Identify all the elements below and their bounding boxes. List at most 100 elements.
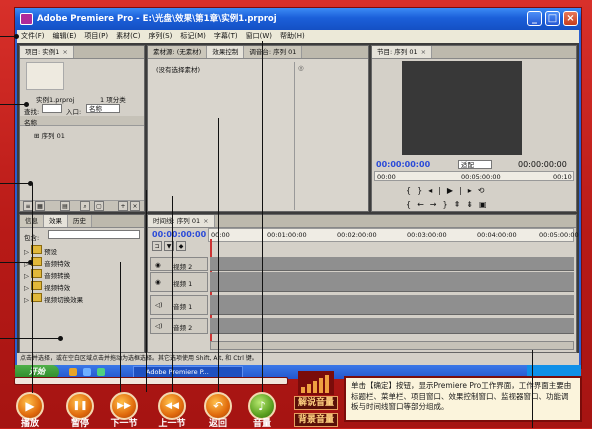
loop-icon[interactable]: ⟲	[478, 186, 491, 195]
minimize-button[interactable]: _	[527, 11, 542, 26]
track-video2[interactable]	[210, 257, 574, 271]
fit-select[interactable]: 适配	[458, 160, 492, 169]
step-back-icon[interactable]: ◂|	[428, 186, 447, 195]
volume-meter-icon	[298, 371, 334, 395]
speaker-icon[interactable]: ◁)	[155, 301, 163, 309]
step-forward-icon[interactable]: |▸	[459, 186, 478, 195]
keyframe-icon[interactable]: ◆	[176, 241, 186, 251]
track-header-video2[interactable]: ◉ 视频 2	[150, 257, 208, 271]
no-clip-selected: (没有选择素材)	[156, 66, 201, 74]
sequence-item[interactable]: ⊞ 序列 01	[34, 130, 65, 140]
timeline-scrollbar[interactable]	[210, 341, 574, 350]
play-icon[interactable]: ▶	[447, 186, 459, 195]
goto-in-icon[interactable]: {←	[406, 200, 430, 209]
menu-sequence[interactable]: 序列(S)	[144, 30, 176, 43]
new-bin-icon[interactable]: ▢	[94, 201, 104, 211]
eye-icon[interactable]: ◉	[155, 278, 161, 286]
new-item-icon[interactable]: +	[118, 201, 128, 211]
menu-project[interactable]: 项目(P)	[80, 30, 112, 43]
track-label: 音频 2	[173, 324, 193, 332]
quicklaunch-icon[interactable]	[97, 368, 105, 376]
tab-timeline[interactable]: 时间线: 序列 01 ×	[148, 215, 215, 227]
menu-help[interactable]: 帮助(H)	[276, 30, 309, 43]
workspace: 项目: 实例1 × 实例1.prproj 1 项分类 查找: 入口: 名称 名称 …	[17, 43, 579, 353]
close-icon[interactable]: ×	[203, 217, 208, 225]
extract-icon[interactable]: ⇟	[466, 200, 479, 209]
delete-icon[interactable]: ×	[130, 201, 140, 211]
menu-clip[interactable]: 素材(C)	[112, 30, 144, 43]
menu-file[interactable]: 文件(F)	[17, 30, 49, 43]
tab-source[interactable]: 素材源: (无素材)	[148, 46, 208, 58]
previous-icon: ◀◀	[165, 401, 179, 411]
menu-window[interactable]: 窗口(W)	[242, 30, 276, 43]
effects-search-input[interactable]	[48, 230, 140, 239]
tab-audio-mixer[interactable]: 调音台: 序列 01	[244, 46, 303, 58]
track-audio1[interactable]	[210, 295, 574, 315]
program-ruler[interactable]: 00:00 00:05:00:00 00:10	[374, 171, 574, 181]
callout-dot	[24, 102, 29, 107]
next-icon: ▶▶	[117, 401, 131, 411]
folder-presets[interactable]: ▷ 预设	[24, 245, 57, 256]
menu-marker[interactable]: 标记(M)	[176, 30, 210, 43]
expand-icon: ▷	[24, 296, 29, 304]
in-select[interactable]: 名称	[86, 104, 120, 113]
quicklaunch-icon[interactable]	[69, 368, 77, 376]
tab-project[interactable]: 项目: 实例1 ×	[20, 46, 74, 58]
mark-in-icon[interactable]: {	[406, 186, 417, 195]
menu-edit[interactable]: 编辑(E)	[49, 30, 81, 43]
callout-line	[146, 190, 147, 392]
program-timecode-current[interactable]: 00:00:00:00	[376, 160, 430, 169]
automate-icon[interactable]: ▤	[60, 201, 70, 211]
find-icon[interactable]: ⌕	[80, 201, 90, 211]
track-audio2[interactable]	[210, 318, 574, 334]
export-frame-icon[interactable]: ▣	[479, 200, 493, 209]
back-icon: ↶	[212, 399, 224, 413]
column-name[interactable]: 名称	[24, 117, 37, 127]
tutorial-progress-bar[interactable]	[14, 377, 288, 385]
timeline-tabrow: 时间线: 序列 01 ×	[148, 215, 576, 228]
program-transport-controls: {}◂|▶|▸⟲	[406, 186, 490, 195]
timeline-timecode[interactable]: 00:00:00:00	[152, 230, 206, 239]
snap-icon[interactable]: ⊐	[152, 241, 162, 251]
program-video-display	[402, 61, 522, 155]
tab-effects[interactable]: 效果	[44, 215, 68, 227]
maximize-button[interactable]: □	[545, 11, 560, 26]
program-monitor-panel: 节目: 序列 01 × 00:00:00:00 适配 00:00:00:00 00…	[371, 45, 577, 212]
timeline-divider	[294, 62, 295, 210]
callout-line	[32, 183, 33, 393]
tab-history[interactable]: 历史	[68, 215, 92, 227]
volume-label: 音量	[252, 419, 271, 429]
tab-program[interactable]: 节目: 序列 01 ×	[372, 46, 433, 58]
callout-line	[262, 41, 263, 392]
goto-out-icon[interactable]: →}	[430, 200, 454, 209]
narration-volume-button[interactable]: 解说音量	[294, 396, 338, 410]
premiere-app-icon	[20, 13, 33, 25]
track-header-audio2[interactable]: ◁) 音频 2	[150, 318, 208, 334]
background-volume-button[interactable]: 背景音量	[294, 413, 338, 427]
lift-icon[interactable]: ⇞	[454, 200, 467, 209]
speaker-icon[interactable]: ◁)	[155, 322, 163, 330]
menu-title[interactable]: 字幕(T)	[210, 30, 242, 43]
track-header-video1[interactable]: ◉ 视频 1	[150, 272, 208, 292]
find-input[interactable]	[42, 104, 62, 113]
tab-effect-controls[interactable]: 效果控制	[207, 46, 245, 58]
project-panel: 项目: 实例1 × 实例1.prproj 1 项分类 查找: 入口: 名称 名称 …	[19, 45, 145, 212]
folder-audio-transitions[interactable]: ▷ 音频转换	[24, 269, 70, 280]
eye-icon[interactable]: ◉	[155, 261, 161, 269]
close-icon[interactable]: ×	[62, 48, 67, 56]
previous-section-label: 上一节	[158, 419, 186, 429]
expand-icon: ▷	[24, 272, 29, 280]
find-label: 查找:	[24, 108, 40, 116]
track-label: 视频 1	[173, 280, 193, 288]
icon-view-icon[interactable]: ▦	[35, 201, 45, 211]
callout-line	[0, 183, 30, 184]
close-button[interactable]: ×	[563, 11, 578, 26]
track-video1[interactable]	[210, 272, 574, 292]
track-header-audio1[interactable]: ◁) 音频 1	[150, 295, 208, 315]
close-icon[interactable]: ×	[421, 48, 426, 56]
project-tabrow: 项目: 实例1 ×	[20, 46, 144, 59]
quicklaunch-icon[interactable]	[83, 368, 91, 376]
mark-out-icon[interactable]: }	[417, 186, 428, 195]
in-label: 入口:	[66, 108, 82, 116]
folder-video-effects[interactable]: ▷ 视频特效	[24, 281, 70, 292]
